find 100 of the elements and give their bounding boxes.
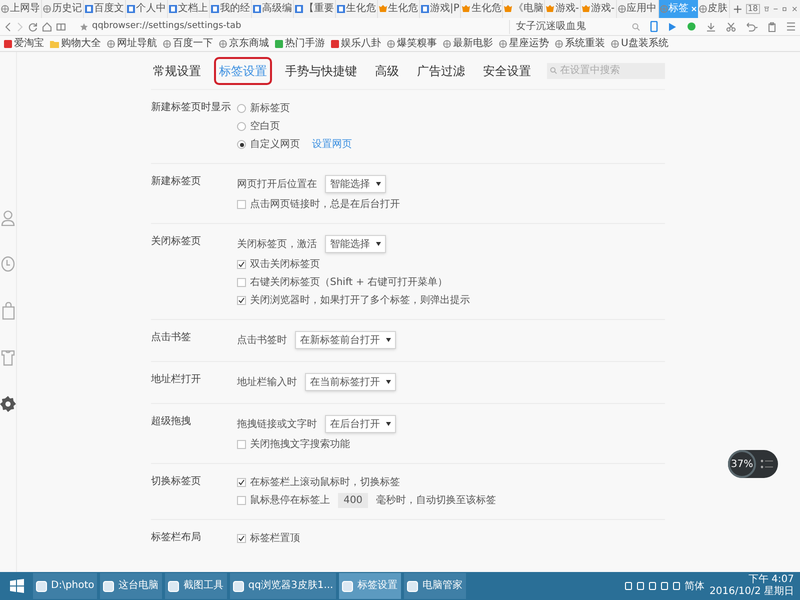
dropdown[interactable]: 智能选择 xyxy=(325,175,386,193)
setting-label: 网页打开后位置在 xyxy=(237,178,317,192)
app-icon xyxy=(36,580,47,592)
checkbox[interactable] xyxy=(237,296,246,305)
clock-time[interactable]: 下午 4:07 xyxy=(748,574,794,586)
taskbar-button[interactable]: 截图工具 xyxy=(165,573,228,599)
option-label: 关闭浏览器时，如果打开了多个标签，则弹出提示 xyxy=(250,294,470,308)
home-icon[interactable] xyxy=(42,22,52,32)
language-indicator[interactable]: 简体 xyxy=(684,578,705,594)
undo-icon[interactable] xyxy=(746,22,758,32)
section-label: 新建标签页时显示 xyxy=(151,101,231,115)
app-icon xyxy=(233,580,244,592)
bookmark-link[interactable]: 购物大全 xyxy=(50,38,101,48)
caret-icon xyxy=(376,242,381,246)
document-icon xyxy=(85,5,93,13)
document-icon xyxy=(253,5,261,13)
number-field[interactable]: 400 xyxy=(338,493,368,508)
bookmark-link[interactable]: 娱乐八卦 xyxy=(331,38,381,48)
section-label: 标签栏布局 xyxy=(151,531,201,545)
search-icon[interactable] xyxy=(632,22,640,30)
document-icon xyxy=(337,5,345,13)
radio-button[interactable] xyxy=(237,122,246,131)
option-label: 毫秒时，自动切换至该标签 xyxy=(376,494,496,508)
settings-tab[interactable]: 手势与快捷键 xyxy=(283,60,359,82)
shirt-icon[interactable] xyxy=(764,5,770,13)
globe-icon xyxy=(387,40,395,48)
option-label: 鼠标悬停在标签上 xyxy=(250,494,330,508)
globe-icon xyxy=(43,5,51,13)
option-label: 双击关闭标签页 xyxy=(250,258,320,272)
phone-icon[interactable] xyxy=(650,21,658,32)
globe-icon xyxy=(499,40,507,48)
taskbar-button[interactable]: qq浏览器3皮肤1... xyxy=(230,573,336,599)
setting-label: 关闭标签页，激活 xyxy=(237,238,317,252)
dropdown[interactable]: 在后台打开 xyxy=(325,415,396,433)
option-label: 右键关闭标签页（Shift + 右键可打开菜单） xyxy=(250,276,448,290)
bookmark-link[interactable]: 爆笑糗事 xyxy=(387,38,437,48)
settings-tab[interactable]: 常规设置 xyxy=(151,60,203,82)
globe-icon xyxy=(1,5,9,13)
checkbox[interactable] xyxy=(237,534,246,543)
checkbox[interactable] xyxy=(237,478,246,487)
taskbar-button[interactable]: 这台电脑 xyxy=(100,573,162,599)
refresh-icon[interactable] xyxy=(28,22,38,32)
dropdown[interactable]: 在当前标签打开 xyxy=(305,373,396,391)
bookmark-link[interactable]: 星座运势 xyxy=(499,38,549,48)
folder-icon xyxy=(50,40,59,48)
menu-icon[interactable] xyxy=(786,22,796,31)
globe-icon xyxy=(555,40,563,48)
crown-icon xyxy=(462,5,470,13)
url-text[interactable]: qqbrowser://settings/settings-tab xyxy=(92,22,242,31)
windows-logo-icon[interactable] xyxy=(10,579,24,593)
bookmark-link[interactable]: 百度一下 xyxy=(163,38,213,48)
speed-ball-widget[interactable]: 37% xyxy=(728,450,778,478)
person-icon[interactable] xyxy=(1,210,15,226)
bookmark-link[interactable]: 系统重装 xyxy=(555,38,605,48)
dropdown[interactable]: 在新标签前台打开 xyxy=(295,331,396,349)
settings-tab[interactable]: 广告过滤 xyxy=(415,60,467,82)
option-label: 自定义网页 xyxy=(250,138,300,152)
clock-date[interactable]: 2016/10/2 星期日 xyxy=(710,586,794,598)
caret-icon xyxy=(386,338,391,342)
bookmark-link[interactable]: 网址导航 xyxy=(107,38,157,48)
clipboard-icon[interactable] xyxy=(768,22,776,32)
caret-icon xyxy=(386,380,391,384)
clock-icon[interactable] xyxy=(1,256,15,272)
checkbox[interactable] xyxy=(237,260,246,269)
globe-icon xyxy=(107,40,115,48)
caret-icon xyxy=(376,182,381,186)
close-icon[interactable] xyxy=(792,5,797,13)
option-label: 标签栏置顶 xyxy=(250,532,300,546)
section-label: 点击书签 xyxy=(151,331,191,345)
settings-icon[interactable] xyxy=(0,396,16,412)
bookmark-link[interactable]: U盘装系统 xyxy=(611,38,668,48)
star-icon[interactable] xyxy=(80,22,88,30)
download-icon[interactable] xyxy=(706,22,716,32)
setting-label: 点击书签时 xyxy=(237,334,287,348)
book-icon[interactable] xyxy=(56,22,66,32)
scissors-icon[interactable] xyxy=(726,22,736,32)
radio-button[interactable] xyxy=(237,104,246,113)
document-icon xyxy=(169,5,177,13)
shirt-icon[interactable] xyxy=(1,350,15,366)
back-icon[interactable] xyxy=(4,22,12,32)
option-label: 在标签栏上滚动鼠标时，切换标签 xyxy=(250,476,400,490)
radio-button[interactable] xyxy=(237,140,246,149)
taskbar-button[interactable]: D:\photo xyxy=(33,573,98,599)
bookmark-link[interactable]: 京东商城 xyxy=(219,38,269,48)
new-tab-button[interactable]: + xyxy=(730,3,746,15)
settings-tab[interactable]: 安全设置 xyxy=(481,60,533,82)
bookmark-link[interactable]: 爱淘宝 xyxy=(4,38,44,48)
settings-search-field[interactable]: 在设置中搜索 xyxy=(547,62,665,78)
dropdown[interactable]: 智能选择 xyxy=(325,235,386,253)
taskbar-button[interactable]: 电脑管家 xyxy=(404,573,466,599)
globe-icon xyxy=(611,40,619,48)
play-icon[interactable] xyxy=(668,22,677,32)
tab-count[interactable]: 18 xyxy=(746,4,760,14)
bookmark-link[interactable]: 热门手游 xyxy=(275,38,325,48)
option-label: 点击网页链接时，总是在后台打开 xyxy=(250,198,400,212)
bookmark-link[interactable]: 最新电影 xyxy=(443,38,493,48)
globe-icon xyxy=(443,40,451,48)
shopping-bag-icon[interactable] xyxy=(2,302,14,320)
restore-icon[interactable] xyxy=(782,5,788,13)
settings-tab[interactable]: 高级 xyxy=(373,60,401,82)
